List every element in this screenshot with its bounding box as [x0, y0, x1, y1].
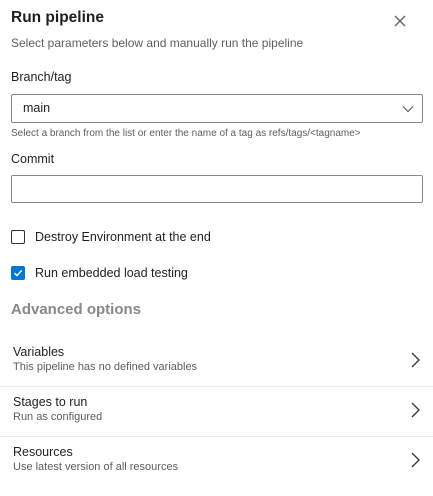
panel-subtitle: Select parameters below and manually run…	[11, 36, 304, 50]
close-icon	[394, 15, 406, 27]
chevron-right-icon	[411, 352, 420, 368]
run-pipeline-panel: Run pipeline Select parameters below and…	[0, 0, 433, 496]
chevron-right-icon	[411, 452, 420, 468]
load-testing-option[interactable]: Run embedded load testing	[11, 264, 188, 282]
stages-to-run-item[interactable]: Stages to run Run as configured	[0, 386, 433, 434]
variables-title: Variables	[13, 345, 65, 359]
branch-label: Branch/tag	[11, 70, 72, 84]
resources-title: Resources	[13, 445, 73, 459]
branch-hint: Select a branch from the list or enter t…	[11, 128, 361, 139]
stages-to-run-subtitle: Run as configured	[13, 411, 103, 423]
commit-label: Commit	[11, 152, 55, 166]
load-testing-label: Run embedded load testing	[35, 266, 188, 280]
checkmark-icon	[13, 269, 23, 277]
resources-item[interactable]: Resources Use latest version of all reso…	[0, 436, 433, 484]
resources-subtitle: Use latest version of all resources	[13, 461, 179, 473]
load-testing-checkbox[interactable]	[11, 266, 25, 280]
commit-input[interactable]	[11, 175, 423, 203]
chevron-right-icon	[411, 402, 420, 418]
advanced-options-heading: Advanced options	[11, 301, 142, 318]
stages-to-run-title: Stages to run	[13, 395, 88, 409]
variables-subtitle: This pipeline has no defined variables	[13, 361, 198, 373]
variables-item[interactable]: Variables This pipeline has no defined v…	[0, 337, 433, 385]
panel-title: Run pipeline	[11, 9, 104, 26]
branch-select-value: main	[23, 101, 51, 115]
branch-select[interactable]: main	[11, 94, 423, 123]
destroy-environment-option[interactable]: Destroy Environment at the end	[11, 228, 211, 246]
destroy-environment-checkbox[interactable]	[11, 230, 25, 244]
chevron-down-icon	[402, 106, 414, 113]
destroy-environment-label: Destroy Environment at the end	[35, 230, 211, 244]
close-button[interactable]	[389, 10, 411, 32]
